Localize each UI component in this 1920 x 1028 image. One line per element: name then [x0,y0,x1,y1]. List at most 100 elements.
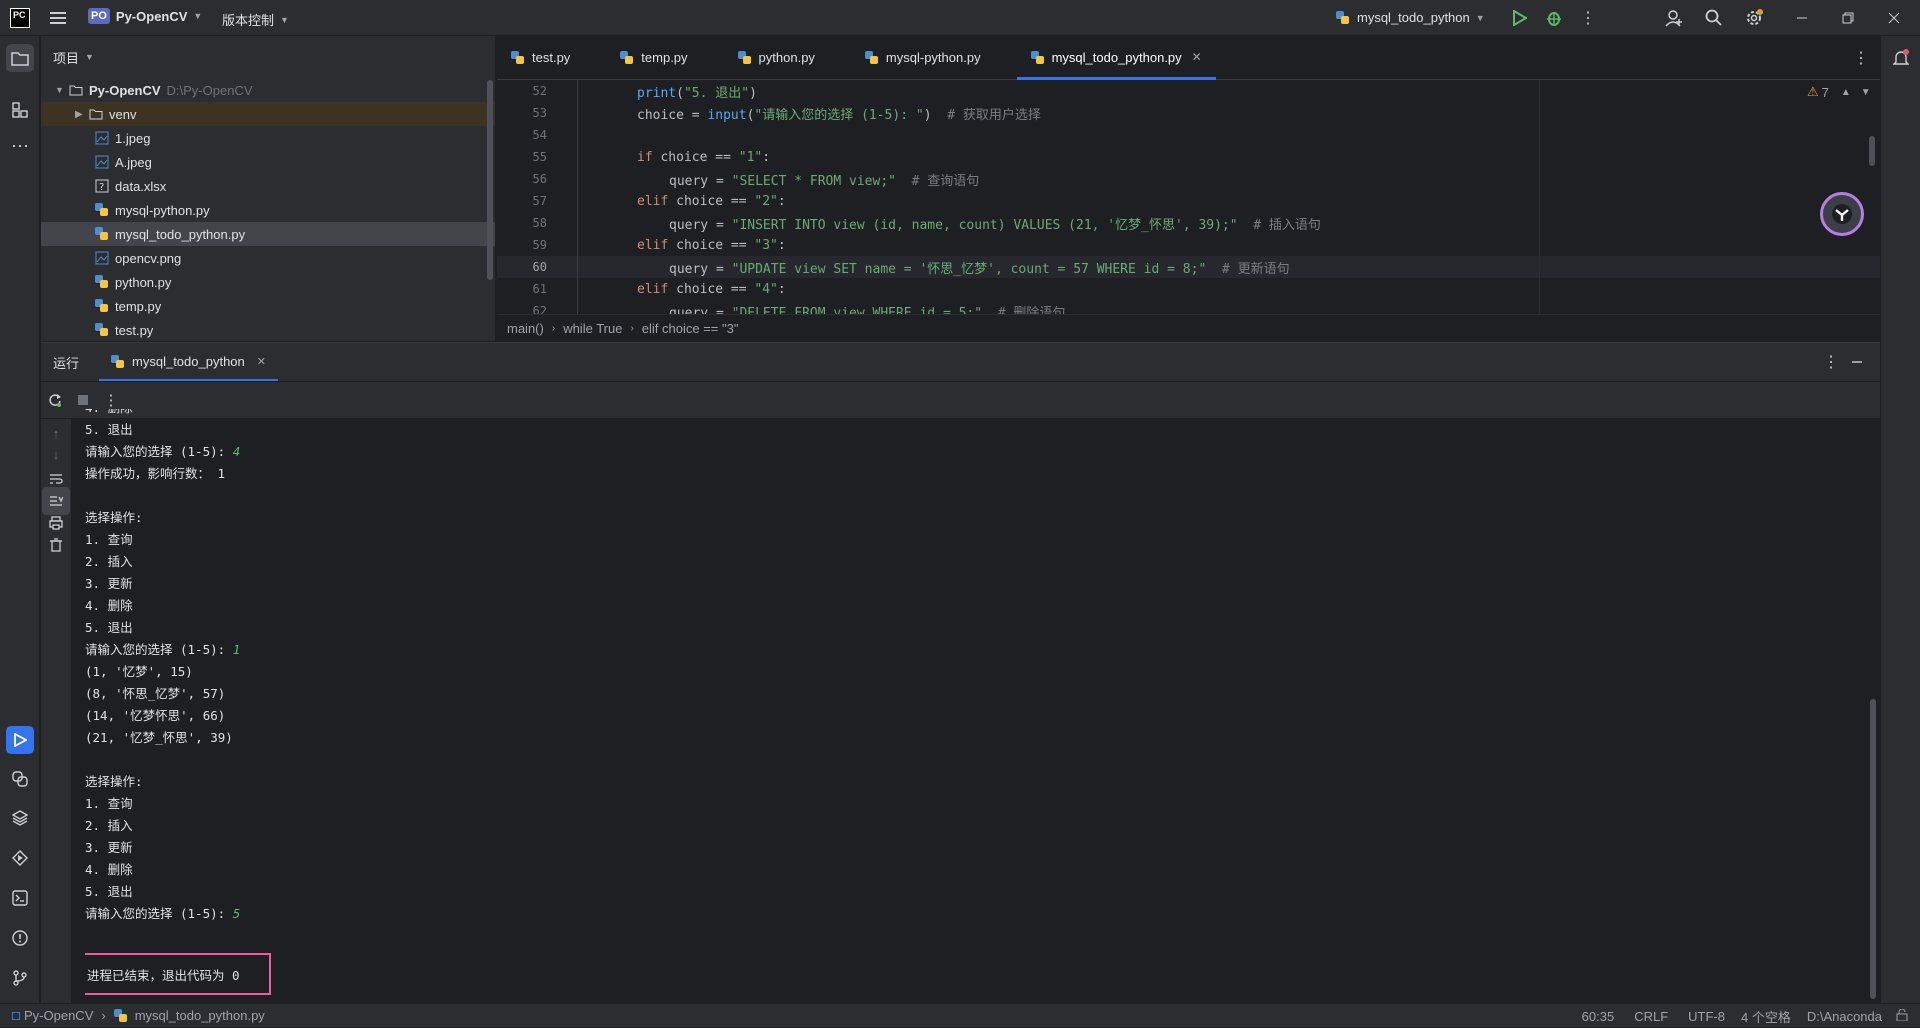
tree-item-python[interactable]: mysql-python.py [41,198,495,222]
next-highlight-icon[interactable]: ▼ [1861,87,1871,98]
tree-item-python[interactable]: test.py [41,318,495,341]
app-logo[interactable]: PC [10,8,30,28]
python-packages-icon[interactable] [6,804,34,832]
console-line: 5. 退出 [85,419,1865,441]
run-panel-header: 运行 mysql_todo_python ✕ ⋮ [41,343,1880,381]
editor-scrollbar[interactable] [1869,136,1875,166]
main-menu-icon[interactable] [44,4,72,32]
tab-mysql-todo-python-py[interactable]: mysql_todo_python.py ✕ [1016,35,1216,80]
run-tab[interactable]: mysql_todo_python ✕ [99,343,278,381]
console-text: (14, '忆梦怀思', 66) [85,708,226,723]
status-bar: Py-OpenCV › mysql_todo_python.py 60:35 C… [0,1003,1920,1027]
structure-icon[interactable] [6,96,34,124]
project-tool-folder-icon[interactable] [6,44,34,72]
close-tab-icon[interactable]: ✕ [257,355,266,368]
tree-item-image[interactable]: A.jpeg [41,150,495,174]
tab-label: mysql-python.py [885,49,981,65]
git-icon[interactable] [6,964,34,992]
more-actions-icon[interactable]: ⋮ [1574,4,1602,32]
tab-mysql-python-py[interactable]: mysql-python.py [851,35,1017,79]
exit-message: 进程已结束，退出代码为 0 [87,967,240,983]
tab-python-py[interactable]: python.py [724,35,851,79]
ai-assistant-icon[interactable] [1820,192,1864,236]
tree-item-python[interactable]: temp.py [41,294,495,318]
tree-item-image[interactable]: opencv.png [41,246,495,270]
file-encoding[interactable]: UTF-8 [1688,1009,1725,1024]
close-window-icon[interactable] [1880,4,1908,32]
tab-label: mysql_todo_python.py [1051,49,1182,65]
tree-item-python[interactable]: mysql_todo_python.py [41,222,495,246]
tab-temp-py[interactable]: temp.py [606,35,723,79]
tree-item-label: data.xlsx [115,178,167,194]
rerun-icon[interactable] [41,386,69,414]
add-user-icon[interactable] [1660,4,1688,32]
status-project[interactable]: Py-OpenCV [24,1008,93,1023]
hide-panel-icon[interactable] [1843,348,1871,376]
console-output[interactable]: 4. 删除5. 退出请输入您的选择 (1-5): 4操作成功，影响行数： 1选择… [85,409,1865,999]
chevron-down-icon: ▼ [1475,12,1485,23]
tab-options-icon[interactable]: ⋮ [1847,44,1875,72]
chevron-down-icon: ▼ [55,85,64,95]
console-line: 3. 更新 [85,573,1865,595]
caret-position[interactable]: 60:35 [1582,1009,1615,1024]
tree-item-image[interactable]: 1.jpeg [41,126,495,150]
services-icon[interactable] [6,844,34,872]
python-console-icon[interactable] [6,765,34,793]
tree-root[interactable]: ▼ Py-OpenCV D:\Py-OpenCV [41,78,495,102]
breadcrumb-item[interactable]: elif choice == "3" [642,321,739,336]
tree-item-python[interactable]: python.py [41,270,495,294]
problems-icon[interactable] [6,924,34,952]
python-interpreter[interactable]: D:\Anaconda [1807,1009,1882,1024]
tab-test-py[interactable]: test.py [497,35,606,79]
warning-count: 7 [1821,84,1829,100]
run-options-icon[interactable]: ⋮ [1817,348,1845,376]
scroll-down-icon[interactable]: ↓ [42,440,70,468]
run-tool-icon[interactable] [6,726,34,754]
breadcrumb-item[interactable]: while True [563,321,622,336]
tree-item-label: mysql-python.py [115,202,210,218]
vcs-menu[interactable]: 版本控制 ▼ [222,10,289,29]
breadcrumb-item[interactable]: main() [507,321,544,336]
console-line: (1, '忆梦', 15) [85,661,1865,683]
project-panel-header[interactable]: 项目 ▼ [41,36,495,78]
terminal-icon[interactable] [6,884,34,912]
project-switcher[interactable]: PO Py-OpenCV ▼ [88,8,202,24]
project-scrollbar[interactable] [487,80,493,280]
code-line: 55 if choice == "1": [497,146,1880,168]
minimize-window-icon[interactable] [1788,4,1816,32]
notifications-bell-icon[interactable] [1887,44,1915,72]
console-scrollbar[interactable] [1870,699,1876,999]
warnings-indicator[interactable]: ⚠ 7 ▲ ▼ [1807,84,1871,100]
status-file[interactable]: mysql_todo_python.py [135,1008,265,1023]
code-view[interactable]: 52 print("5. 退出") 53 choice = input("请输入您的… [497,80,1880,314]
tab-label: python.py [758,49,815,65]
tree-item-folder[interactable]: ▶ venv [41,102,495,126]
folder-icon [69,85,83,96]
run-icon[interactable] [1506,4,1534,32]
tree-item-unknown[interactable]: ? data.xlsx [41,174,495,198]
line-separator[interactable]: CRLF [1634,1009,1668,1024]
run-config-selector[interactable]: mysql_todo_python ▼ [1336,10,1485,25]
search-icon[interactable] [1700,4,1728,32]
lock-icon[interactable] [1896,1008,1908,1024]
console-text: 2. 插入 [85,818,133,833]
line-number: 62 [532,304,547,314]
python-file-icon [511,50,524,64]
restore-window-icon[interactable] [1834,4,1862,32]
image-file-icon [95,131,109,145]
close-tab-icon[interactable]: ✕ [1192,50,1202,64]
indent-setting[interactable]: 4 个空格 [1741,1007,1791,1026]
settings-gear-icon[interactable] [1740,4,1768,32]
debug-icon[interactable] [1540,4,1568,32]
chevron-right-icon: › [551,322,556,334]
tree-item-label: A.jpeg [115,154,152,170]
prev-highlight-icon[interactable]: ▲ [1841,87,1851,98]
console-line: (21, '忆梦_怀思', 39) [85,727,1865,749]
console-line: (8, '怀思_忆梦', 57) [85,683,1865,705]
console-line: 5. 退出 [85,881,1865,903]
line-number: 61 [532,282,547,296]
more-tools-icon[interactable]: ⋯ [6,132,34,160]
console-text: 4. 删除 [85,862,133,877]
project-name: Py-OpenCV [115,8,188,24]
trash-icon[interactable] [42,531,70,559]
